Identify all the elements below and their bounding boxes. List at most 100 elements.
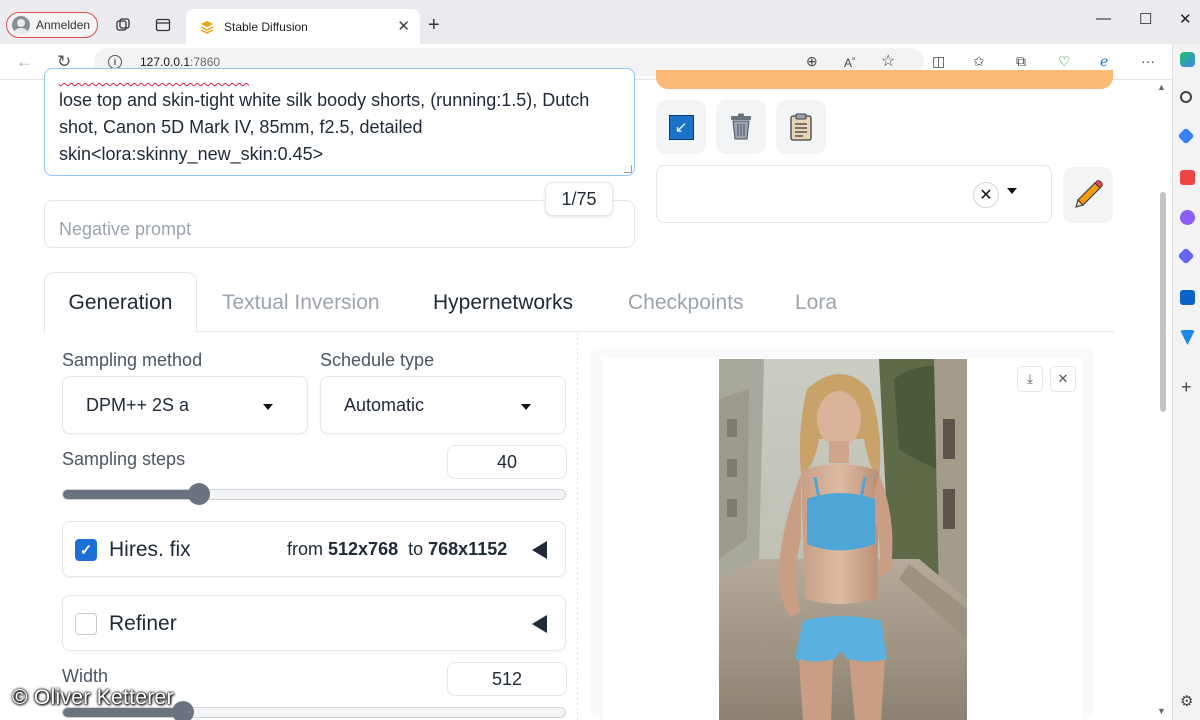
clear-prompt-button[interactable] bbox=[716, 100, 766, 154]
styles-button[interactable] bbox=[776, 100, 826, 154]
generate-button[interactable] bbox=[656, 70, 1113, 89]
page-scrollbar[interactable]: ▲ ▼ bbox=[1156, 80, 1170, 720]
office-icon[interactable] bbox=[1177, 247, 1195, 265]
sampling-method-label: Sampling method bbox=[62, 350, 203, 370]
favorite-icon[interactable]: ☆ bbox=[881, 51, 895, 71]
close-icon[interactable]: ✕ bbox=[397, 17, 410, 35]
chevron-down-icon bbox=[263, 404, 273, 410]
pencil-icon bbox=[1075, 180, 1103, 208]
tab-checkpoints[interactable]: Checkpoints bbox=[628, 272, 744, 333]
tools-icon[interactable] bbox=[1180, 170, 1195, 185]
hires-to-text: to bbox=[408, 539, 424, 559]
hires-fix-checkbox[interactable]: ✓ bbox=[75, 539, 97, 561]
chevron-down-icon bbox=[521, 404, 531, 410]
edge-sidebar: + ⚙ bbox=[1172, 44, 1200, 720]
sampling-steps-label: Sampling steps bbox=[62, 449, 186, 469]
sampling-steps-input[interactable]: 40 bbox=[447, 445, 567, 479]
more-icon[interactable]: ··· bbox=[1141, 53, 1155, 69]
collapse-triangle-icon[interactable] bbox=[532, 615, 547, 633]
sampling-steps-slider[interactable] bbox=[62, 483, 566, 505]
styles-dropdown[interactable]: ✕ bbox=[656, 165, 1052, 223]
tab-textual-inversion[interactable]: Textual Inversion bbox=[222, 272, 380, 333]
hires-fix-accordion[interactable]: ✓ Hires. fix from 512x768 to 768x1152 bbox=[62, 521, 566, 577]
collapse-triangle-icon[interactable] bbox=[532, 541, 547, 559]
new-tab-icon[interactable]: + bbox=[428, 14, 440, 37]
chevron-down-icon[interactable] bbox=[1007, 188, 1017, 194]
url-port: :7860 bbox=[190, 55, 221, 69]
scroll-down-icon[interactable]: ▼ bbox=[1157, 706, 1166, 716]
hires-from-size: 512x768 bbox=[328, 539, 399, 559]
resize-handle[interactable] bbox=[624, 165, 632, 173]
drop-icon[interactable] bbox=[1180, 330, 1195, 345]
scroll-up-icon[interactable]: ▲ bbox=[1157, 82, 1166, 92]
tab-actions-icon[interactable] bbox=[154, 16, 172, 34]
settings-icon[interactable]: ⚙ bbox=[1180, 692, 1193, 710]
stable-diffusion-favicon bbox=[200, 20, 214, 34]
edge-copilot-icon[interactable]: ℯ bbox=[1100, 53, 1108, 70]
token-counter: 1/75 bbox=[545, 182, 613, 216]
sampling-method-select[interactable]: DPM++ 2S a bbox=[62, 376, 308, 434]
close-icon[interactable]: ✕ bbox=[1050, 366, 1076, 392]
shopping-icon[interactable] bbox=[1177, 127, 1195, 145]
profile-label: Anmelden bbox=[36, 18, 91, 32]
add-sidebar-icon[interactable]: + bbox=[1181, 377, 1192, 398]
tab-lora[interactable]: Lora bbox=[795, 272, 837, 333]
negative-prompt-placeholder: Negative prompt bbox=[59, 219, 192, 239]
copilot-icon[interactable] bbox=[1180, 52, 1195, 67]
download-icon[interactable]: ⤓ bbox=[1017, 366, 1043, 392]
generated-image[interactable] bbox=[719, 359, 967, 720]
collections-icon[interactable]: ⧉ bbox=[1016, 53, 1026, 70]
copyright-watermark: © Oliver Ketterer bbox=[12, 686, 174, 709]
prompt-textarea[interactable]: lose top and skin-tight white silk boody… bbox=[44, 68, 635, 176]
scroll-thumb[interactable] bbox=[1160, 192, 1166, 412]
search-icon[interactable] bbox=[1180, 91, 1192, 103]
prompt-line-1: lose top and skin-tight white silk boody… bbox=[59, 90, 590, 110]
paste-icon: ↙ bbox=[668, 114, 694, 140]
favorites-list-icon[interactable]: ✩ bbox=[973, 53, 985, 70]
games-icon[interactable] bbox=[1180, 210, 1195, 225]
info-icon[interactable]: i bbox=[108, 55, 122, 69]
url-host: 127.0.0.1 bbox=[140, 55, 191, 69]
minimize-icon[interactable]: — bbox=[1096, 10, 1111, 27]
browser-essentials-icon[interactable]: ♡ bbox=[1058, 53, 1071, 70]
sampling-steps-fill bbox=[63, 490, 199, 499]
maximize-icon[interactable]: ☐ bbox=[1139, 10, 1152, 28]
clipboard-icon bbox=[790, 113, 812, 141]
trash-icon bbox=[731, 113, 751, 140]
hires-fix-label: Hires. fix bbox=[109, 538, 191, 561]
width-label: Width bbox=[62, 666, 109, 686]
sampling-steps-thumb[interactable] bbox=[188, 483, 210, 505]
main-tabs: Generation Textual Inversion Hypernetwor… bbox=[44, 272, 1114, 333]
schedule-type-label: Schedule type bbox=[320, 350, 435, 370]
refiner-label: Refiner bbox=[109, 612, 177, 635]
tab-stable-diffusion[interactable]: Stable Diffusion ✕ bbox=[186, 9, 420, 44]
profile-button[interactable]: Anmelden bbox=[6, 12, 98, 38]
profile-icon bbox=[12, 16, 30, 34]
tab-hypernetworks[interactable]: Hypernetworks bbox=[433, 272, 573, 333]
workspaces-icon[interactable] bbox=[114, 16, 132, 34]
clear-icon[interactable]: ✕ bbox=[973, 182, 999, 208]
paste-button[interactable]: ↙ bbox=[656, 100, 706, 154]
prompt-line-2: shot, Canon 5D Mark IV, 85mm, f2.5, deta… bbox=[59, 117, 423, 137]
zoom-icon[interactable]: ⊕ bbox=[806, 53, 818, 70]
hires-from-text: from bbox=[287, 539, 323, 559]
sampling-method-value: DPM++ 2S a bbox=[86, 394, 190, 415]
refiner-accordion[interactable]: Refiner bbox=[62, 595, 566, 651]
schedule-type-select[interactable]: Automatic bbox=[320, 376, 566, 434]
schedule-type-value: Automatic bbox=[344, 394, 425, 415]
width-input[interactable]: 512 bbox=[447, 662, 567, 696]
refiner-checkbox[interactable] bbox=[75, 613, 97, 635]
close-window-icon[interactable]: ✕ bbox=[1179, 10, 1192, 28]
back-icon[interactable]: ← bbox=[16, 52, 33, 72]
hires-fix-summary: from 512x768 to 768x1152 bbox=[287, 539, 507, 560]
read-aloud-icon[interactable]: Aᵃ bbox=[844, 55, 855, 70]
width-thumb[interactable] bbox=[172, 701, 194, 720]
prompt-clipped-line bbox=[59, 69, 620, 87]
edit-styles-button[interactable] bbox=[1063, 167, 1113, 223]
hires-to-size: 768x1152 bbox=[428, 539, 508, 559]
prompt-line-3: skin<lora:skinny_new_skin:0.45> bbox=[59, 144, 324, 164]
outlook-icon[interactable] bbox=[1180, 290, 1195, 305]
split-screen-icon[interactable]: ◫ bbox=[932, 53, 945, 70]
browser-tab-bar: Anmelden Stable Diffusion ✕ + — ☐ ✕ bbox=[0, 0, 1200, 44]
tab-generation[interactable]: Generation bbox=[44, 272, 197, 333]
